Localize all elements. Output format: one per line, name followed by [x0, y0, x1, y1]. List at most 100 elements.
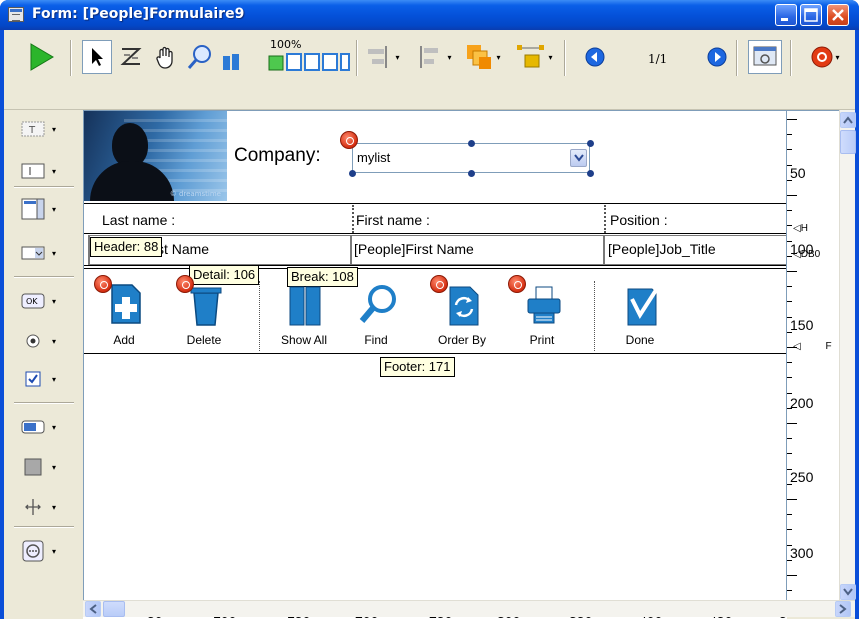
splitter-tool[interactable]: ▾ — [20, 494, 74, 520]
minimize-button[interactable] — [775, 4, 797, 26]
selection-handle[interactable] — [587, 170, 594, 177]
add-record-icon — [111, 284, 141, 324]
checkbox-tool[interactable]: ▾ — [20, 366, 74, 392]
button-tool[interactable]: OK ▾ — [20, 288, 74, 314]
combo-dropdown-button[interactable] — [570, 149, 587, 167]
ruler-tick — [787, 134, 792, 136]
add-button[interactable]: Add — [84, 279, 164, 359]
next-page-button[interactable] — [704, 40, 730, 74]
chevron-left-icon — [89, 604, 97, 614]
detail-ruler-marker[interactable]: ◁DB0 — [793, 249, 820, 260]
show-all-button[interactable]: Show All — [264, 279, 344, 359]
group-button[interactable]: ▾ — [510, 40, 558, 74]
ruler-tick — [787, 423, 797, 424]
previous-arrow-icon — [585, 47, 605, 67]
run-form-button[interactable] — [24, 40, 58, 74]
close-button[interactable] — [827, 4, 849, 26]
page-indicator: 1/1 — [648, 52, 668, 66]
job-title-value: [People]Job_Title — [608, 241, 716, 257]
delete-label: Delete — [186, 333, 222, 347]
form-canvas[interactable]: © dreamstime Company: mylist Last name:… — [83, 110, 787, 602]
radio-button-tool[interactable]: ▾ — [20, 328, 74, 354]
scroll-right-button[interactable] — [835, 601, 851, 617]
object-method-badge-icon — [94, 275, 112, 293]
entry-order-z-icon — [120, 48, 142, 65]
view-page-button[interactable] — [748, 40, 782, 74]
object-method-button[interactable]: ▾ — [800, 40, 850, 74]
thermometer-tool[interactable]: ▾ — [20, 414, 74, 440]
delete-button[interactable]: Delete — [164, 279, 244, 359]
chevron-down-icon: ▾ — [52, 248, 57, 258]
field-tool[interactable]: ▾ — [20, 158, 74, 184]
list-box-icon — [21, 198, 45, 220]
footer-marker[interactable]: Footer: 171 — [380, 357, 455, 377]
title-bar[interactable]: Form: [People]Formulaire9 — [0, 0, 859, 30]
method-badge-icon — [811, 46, 833, 68]
ruler-tick — [787, 149, 792, 151]
layer-order-button[interactable]: ▾ — [460, 40, 506, 74]
selection-handle[interactable] — [587, 140, 594, 147]
vertical-scrollbar[interactable] — [839, 110, 856, 602]
window-client-area: 100% ▾ ▾ ▾ ▾ 1/1 ▾ T ▾ ▾ ▾ ▾ OK ▾ ▾ ▾ ▾ … — [4, 30, 856, 619]
find-button[interactable]: Find — [336, 279, 416, 359]
chevron-down-icon: ▾ — [52, 462, 57, 472]
rectangle-tool[interactable]: ▾ — [20, 454, 74, 480]
company-photo: © dreamstime — [84, 111, 227, 201]
ruler-tick — [787, 438, 792, 440]
selection-handle[interactable] — [468, 170, 475, 177]
print-label: Print — [529, 333, 555, 347]
next-arrow-icon — [707, 47, 727, 67]
scroll-up-button[interactable] — [840, 112, 856, 128]
zoom-level-slider[interactable] — [218, 40, 354, 74]
pointer-arrow-icon — [92, 48, 103, 66]
chevron-down-icon: ▾ — [52, 374, 57, 384]
align-button[interactable]: ▾ — [362, 40, 404, 74]
ruler-tick — [787, 392, 792, 394]
chevron-down-icon: ▾ — [52, 422, 57, 432]
dropdown-field-icon — [21, 246, 45, 260]
svg-text:OK: OK — [26, 297, 38, 306]
ruler-tick — [787, 301, 792, 303]
toolbar-separator — [564, 40, 566, 76]
selection-handle[interactable] — [468, 140, 475, 147]
hand-tool-button[interactable] — [150, 40, 182, 74]
scroll-down-button[interactable] — [840, 584, 856, 600]
distribute-icon — [420, 46, 439, 68]
done-button[interactable]: Done — [600, 279, 680, 359]
distribute-button[interactable]: ▾ — [412, 40, 456, 74]
static-text-tool[interactable]: T ▾ — [20, 116, 74, 142]
chevron-down-icon: ▾ — [447, 52, 452, 62]
chevron-down-icon: ▾ — [52, 204, 57, 214]
ruler-tick — [787, 210, 792, 212]
selection-handle[interactable] — [349, 170, 356, 177]
chevron-up-icon — [843, 116, 853, 124]
footer-ruler-marker[interactable]: ◁ F — [793, 341, 832, 352]
photo-caption: © dreamstime — [169, 190, 221, 198]
order-by-label: Order By — [437, 333, 486, 347]
header-ruler-marker[interactable]: ◁H — [793, 223, 808, 234]
layers-icon — [467, 45, 492, 69]
window-title: Form: [People]Formulaire9 — [32, 6, 245, 22]
previous-page-button[interactable] — [582, 40, 608, 74]
list-box-tool[interactable]: ▾ — [20, 196, 74, 222]
ok-button-icon: OK — [21, 293, 45, 309]
arrow-tool-button[interactable] — [82, 40, 112, 74]
main-toolbar: 100% ▾ ▾ ▾ ▾ 1/1 ▾ — [4, 30, 855, 110]
horizontal-scrollbar[interactable] — [83, 600, 855, 617]
maximize-button[interactable] — [800, 4, 822, 26]
scroll-thumb[interactable] — [103, 601, 125, 617]
header-marker[interactable]: Header: 88 — [90, 237, 163, 257]
popup-menu-tool[interactable]: ▾ — [20, 240, 74, 266]
zoom-tool-button[interactable] — [184, 40, 216, 74]
plugin-area-tool[interactable]: ▾ — [20, 538, 74, 564]
scroll-thumb[interactable] — [840, 130, 856, 154]
silhouette-body — [90, 161, 174, 201]
entry-order-button[interactable] — [116, 40, 146, 74]
svg-text:T: T — [28, 125, 36, 136]
show-all-label: Show All — [280, 333, 328, 347]
first-name-value: [People]First Name — [354, 241, 474, 257]
printer-icon — [527, 286, 561, 324]
object-palette: T ▾ ▾ ▾ ▾ OK ▾ ▾ ▾ ▾ ▾ ▾ ▾ — [4, 110, 84, 619]
company-combo-box[interactable]: mylist — [352, 143, 590, 173]
scroll-left-button[interactable] — [85, 601, 101, 617]
